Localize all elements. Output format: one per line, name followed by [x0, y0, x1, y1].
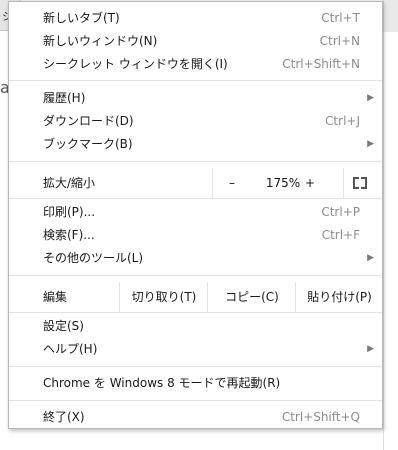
edit-label: 編集 [43, 290, 68, 304]
menu-item-find[interactable]: 検索(F)... Ctrl+F [9, 224, 382, 246]
menu-item-downloads[interactable]: ダウンロード(D) Ctrl+J [9, 110, 382, 132]
menu-item-more-tools[interactable]: その他のツール(L) ▶ [9, 247, 382, 269]
menu-item-new-window[interactable]: 新しいウィンドウ(N) Ctrl+N [9, 30, 382, 52]
paste-button[interactable]: 貼り付け(P) [295, 282, 383, 312]
scrollbar-track[interactable] [383, 32, 398, 450]
zoom-controls: – 175% + [212, 168, 383, 198]
zoom-label: 拡大/縮小 [43, 176, 96, 190]
submenu-arrow-icon: ▶ [367, 344, 374, 354]
edit-row: 編集 切り取り(T) コピー(C) 貼り付け(P) [9, 282, 382, 312]
menu-item-relaunch-windows8[interactable]: Chrome を Windows 8 モードで再起動(R) [9, 372, 382, 394]
menu-item-exit[interactable]: 終了(X) Ctrl+Shift+Q [9, 406, 382, 428]
menu-separator [9, 80, 382, 81]
menu-separator [9, 366, 382, 367]
menu-item-incognito-window[interactable]: シークレット ウィンドウを開く(I) Ctrl+Shift+N [9, 53, 382, 75]
menu-separator [9, 400, 382, 401]
menu-separator [9, 275, 382, 276]
fullscreen-icon [353, 177, 367, 189]
submenu-arrow-icon: ▶ [367, 139, 374, 149]
zoom-out-button[interactable]: – [223, 168, 241, 198]
cut-button[interactable]: 切り取り(T) [119, 282, 208, 312]
zoom-in-button[interactable]: + [301, 168, 319, 198]
menu-item-settings[interactable]: 設定(S) [9, 315, 382, 337]
submenu-arrow-icon: ▶ [367, 93, 374, 103]
menu-item-print[interactable]: 印刷(P)... Ctrl+P [9, 201, 382, 223]
menu-item-help[interactable]: ヘルプ(H) ▶ [9, 338, 382, 360]
menu-separator [9, 312, 382, 313]
menu-separator [9, 198, 382, 199]
fullscreen-button[interactable] [343, 168, 374, 198]
menu-separator [9, 161, 382, 162]
menu-item-history[interactable]: 履歴(H) ▶ [9, 87, 382, 109]
copy-button[interactable]: コピー(C) [207, 282, 296, 312]
menu-item-new-tab[interactable]: 新しいタブ(T) Ctrl+T [9, 7, 382, 29]
zoom-row: 拡大/縮小 – 175% + [9, 168, 382, 198]
submenu-arrow-icon: ▶ [367, 253, 374, 263]
chrome-main-menu: 新しいタブ(T) Ctrl+T 新しいウィンドウ(N) Ctrl+N シークレッ… [8, 1, 383, 429]
window-edge [383, 0, 398, 32]
menu-item-bookmarks[interactable]: ブックマーク(B) ▶ [9, 133, 382, 155]
